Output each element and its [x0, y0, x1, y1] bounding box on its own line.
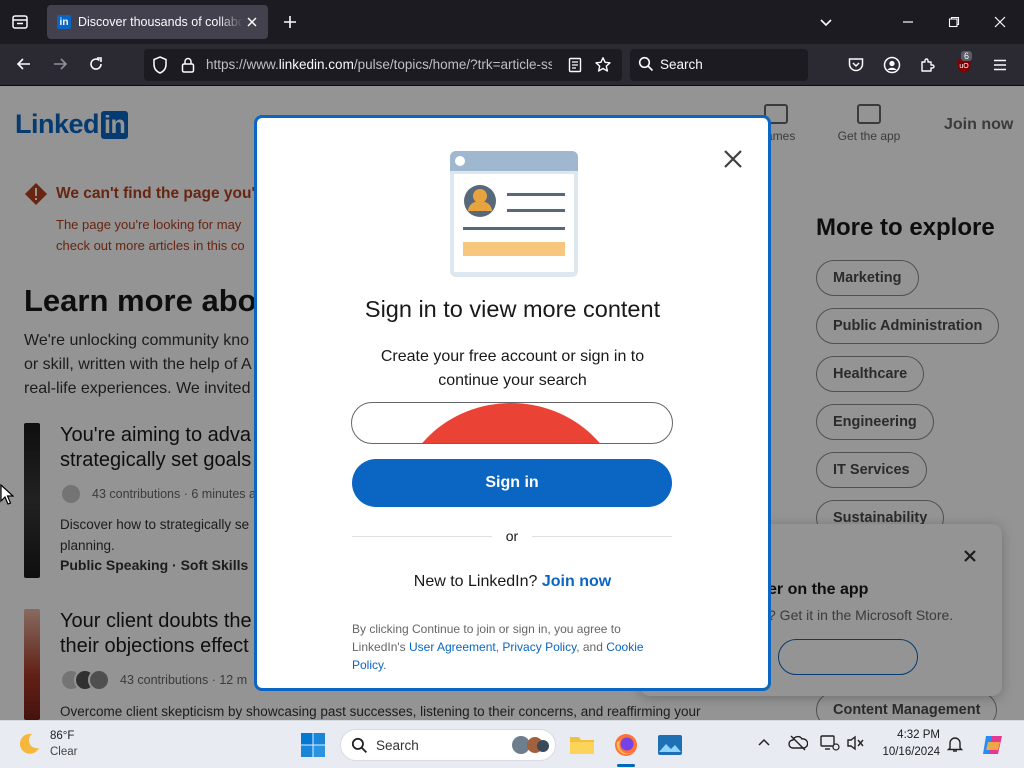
folder-icon [570, 737, 594, 754]
weather-condition[interactable]: Clear [50, 746, 77, 758]
browser-navigation-bar: https://www.linkedin.com/pulse/topics/ho… [0, 44, 1024, 86]
search-placeholder: Search [660, 57, 703, 72]
file-explorer-button[interactable] [566, 729, 598, 761]
reload-icon [90, 57, 102, 70]
window-close-button[interactable] [982, 6, 1018, 38]
modal-subtitle: Create your free account or sign in to c… [380, 348, 645, 389]
url-prefix: https://www. [206, 57, 279, 72]
privacy-policy-link[interactable]: Privacy Policy [502, 640, 576, 654]
tab-list-button[interactable] [6, 8, 34, 36]
join-now-link[interactable]: Join now [542, 573, 611, 590]
close-icon [994, 16, 1006, 28]
account-icon [883, 56, 901, 74]
volume-muted-icon[interactable] [846, 735, 866, 751]
bookmark-button[interactable] [592, 54, 614, 76]
google-logo-icon [396, 403, 626, 443]
profile-card-illustration [450, 151, 578, 277]
clock-date[interactable]: 10/16/2024 [870, 746, 940, 758]
svg-text:uO: uO [959, 63, 969, 70]
browser-tab-bar: in Discover thousands of collaborative a… [0, 0, 1024, 44]
windows-taskbar: 86°F Clear Search 4:32 PM 10/16/2024 [0, 720, 1024, 768]
sign-in-button[interactable]: Sign in [352, 459, 672, 507]
legal-period: . [383, 658, 387, 672]
mouse-cursor-icon [0, 484, 14, 505]
tab-title: Discover thousands of collaborative arti… [78, 15, 243, 29]
reader-view-icon [568, 57, 582, 73]
url-host: linkedin.com [278, 57, 354, 72]
copilot-icon[interactable] [980, 732, 1006, 758]
address-bar[interactable]: https://www.linkedin.com/pulse/topics/ho… [144, 49, 622, 81]
close-icon [247, 17, 257, 27]
reader-view-button[interactable] [564, 54, 586, 76]
window-minimize-button[interactable] [890, 6, 926, 38]
search-icon [351, 737, 368, 754]
search-highlight-image-icon [512, 736, 549, 754]
lock-icon[interactable] [178, 55, 198, 75]
active-tab[interactable]: in Discover thousands of collaborative a… [47, 5, 268, 39]
extensions-button[interactable] [914, 51, 942, 79]
shield-icon[interactable] [150, 55, 170, 75]
minimize-icon [903, 21, 913, 23]
firefox-icon [615, 734, 637, 756]
arrow-left-icon [16, 58, 30, 70]
hamburger-menu-icon [994, 59, 1006, 71]
search-icon [638, 56, 654, 72]
account-button[interactable] [878, 51, 906, 79]
cloud-offline-icon[interactable] [788, 735, 808, 751]
pocket-button[interactable] [842, 51, 870, 79]
restore-icon [948, 16, 960, 28]
star-icon [595, 57, 611, 72]
forward-button[interactable] [46, 50, 74, 78]
browser-search-bar[interactable]: Search [630, 49, 808, 81]
tab-list-icon [12, 15, 28, 29]
taskbar-search-box[interactable]: Search [340, 729, 556, 761]
network-icon[interactable] [820, 734, 840, 752]
clock-time[interactable]: 4:32 PM [880, 729, 940, 741]
chevron-down-icon [820, 19, 832, 27]
ublock-blocked-count-badge: 6 [961, 51, 973, 61]
window-restore-button[interactable] [936, 6, 972, 38]
bell-notification-icon[interactable] [946, 735, 964, 753]
moon-weather-icon[interactable] [16, 731, 42, 757]
or-divider: or [352, 526, 672, 546]
active-app-indicator [617, 764, 635, 767]
app-menu-button[interactable] [986, 51, 1014, 79]
chevron-up-icon[interactable] [756, 735, 772, 751]
or-label: or [505, 528, 519, 544]
photos-icon [658, 735, 682, 755]
legal-text: By clicking Continue to join or sign in,… [352, 620, 672, 674]
user-agreement-link[interactable]: User Agreement [409, 640, 496, 654]
windows-start-icon[interactable] [300, 732, 326, 758]
arrow-right-icon [54, 58, 68, 70]
sign-in-modal: Sign in to view more content Create your… [254, 115, 771, 691]
firefox-taskbar-button[interactable] [610, 729, 642, 761]
modal-title: Sign in to view more content [364, 296, 661, 322]
photos-app-button[interactable] [654, 729, 686, 761]
url-path: /pulse/topics/home/?trk=article-ssr-fron… [353, 57, 552, 72]
modal-close-button[interactable] [717, 143, 749, 175]
puzzle-icon [921, 58, 935, 72]
tab-close-button[interactable] [242, 12, 262, 32]
new-tab-button[interactable] [276, 8, 304, 36]
reload-button[interactable] [82, 50, 110, 78]
new-to-label: New to LinkedIn? [413, 573, 538, 590]
linkedin-favicon-icon: in [57, 15, 71, 29]
taskbar-search-label: Search [376, 738, 419, 753]
plus-icon [284, 16, 296, 28]
new-to-linkedin: New to LinkedIn? Join now [257, 573, 768, 591]
pocket-icon [848, 58, 864, 72]
close-icon [724, 150, 742, 168]
url-text[interactable]: https://www.linkedin.com/pulse/topics/ho… [206, 57, 552, 72]
legal-and: , and [576, 640, 607, 654]
continue-with-google-button[interactable] [351, 402, 673, 444]
back-button[interactable] [10, 50, 38, 78]
list-all-tabs-button[interactable] [812, 8, 840, 36]
weather-temperature[interactable]: 86°F [50, 730, 74, 742]
